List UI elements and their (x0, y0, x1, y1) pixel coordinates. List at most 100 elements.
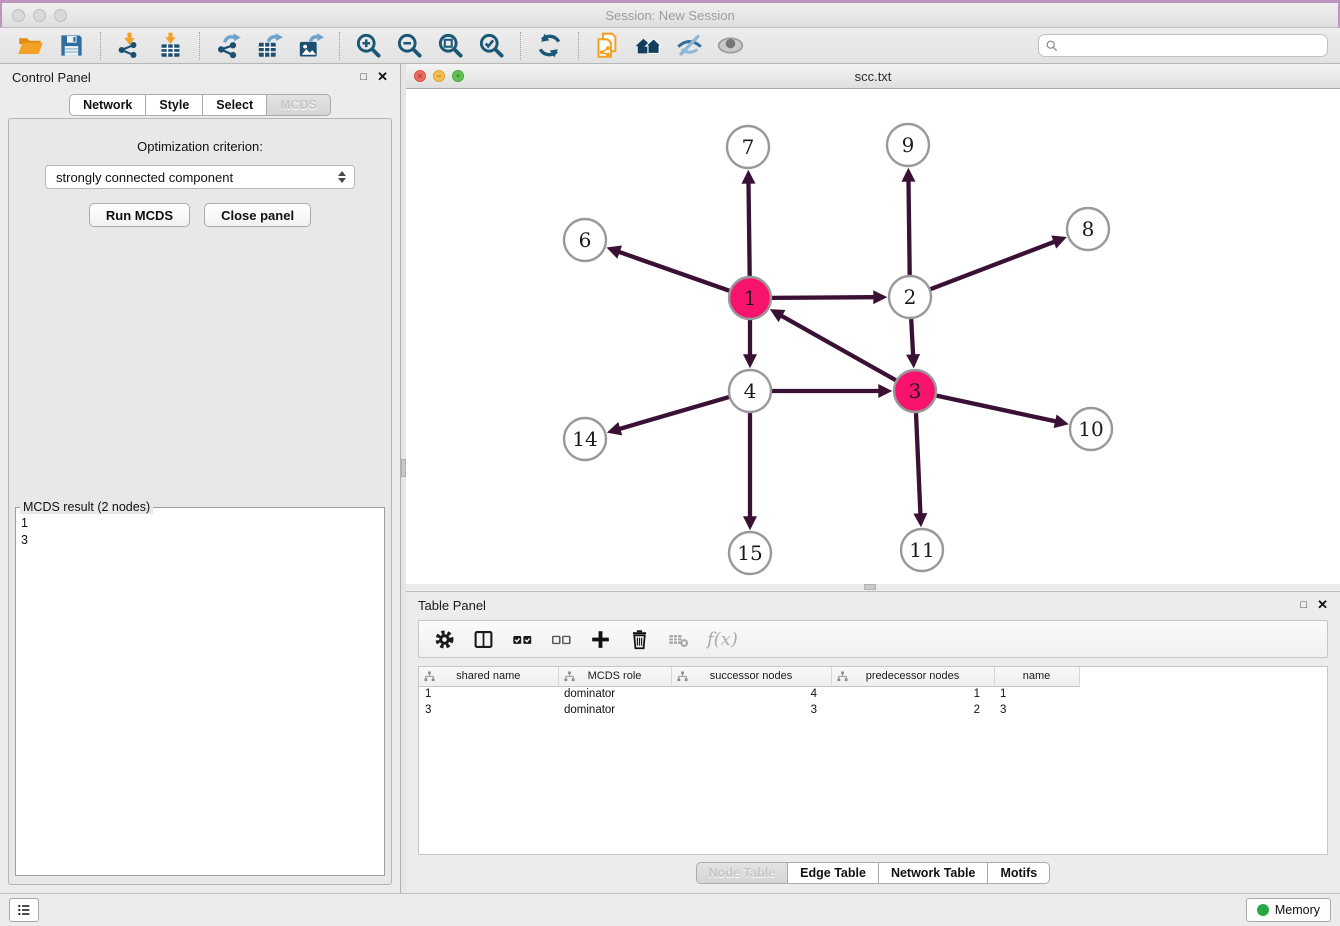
search-input[interactable] (1063, 39, 1321, 53)
task-history-button[interactable] (9, 898, 39, 922)
tab-network[interactable]: Network (69, 94, 146, 116)
node-table-body: 1dominator4113dominator323 (419, 686, 1327, 718)
close-window-button[interactable] (12, 9, 25, 22)
refresh-button[interactable] (532, 30, 567, 61)
edge-2-8[interactable] (931, 242, 1055, 289)
export-table-button[interactable] (252, 30, 287, 61)
svg-text:11: 11 (909, 538, 934, 562)
zoom-fit-button[interactable] (433, 30, 468, 61)
tab-node-table[interactable]: Node Table (696, 862, 788, 884)
float-table-panel-icon[interactable]: □ (1300, 599, 1307, 611)
import-network-button[interactable] (112, 30, 147, 61)
column-header-MCDS-role[interactable]: MCDS role (558, 667, 671, 686)
deselect-all-button[interactable] (546, 627, 577, 652)
table-row[interactable]: 1dominator411 (419, 686, 1327, 702)
cell-successor-nodes[interactable]: 4 (671, 686, 831, 702)
cell-predecessor-nodes[interactable]: 2 (831, 702, 994, 718)
export-network-button[interactable] (211, 30, 246, 61)
node-table[interactable]: shared nameMCDS rolesuccessor nodesprede… (418, 666, 1328, 855)
column-header-shared-name[interactable]: shared name (419, 667, 558, 686)
edge-3-10[interactable] (937, 396, 1056, 422)
column-header-successor-nodes[interactable]: successor nodes (671, 667, 831, 686)
node-14[interactable]: 14 (564, 418, 606, 460)
splitter-grip-h[interactable] (864, 584, 876, 590)
edge-2-9[interactable] (909, 181, 910, 275)
network-from-file-icon (594, 32, 621, 59)
edge-3-1[interactable] (781, 316, 895, 381)
cell-MCDS-role[interactable]: dominator (558, 702, 671, 718)
svg-text:14: 14 (572, 427, 597, 451)
import-table-button[interactable] (153, 30, 188, 61)
table-panel-title: Table Panel (418, 598, 486, 613)
node-11[interactable]: 11 (901, 529, 943, 571)
tab-select[interactable]: Select (202, 94, 267, 116)
optimization-criterion-label: Optimization criterion: (9, 139, 391, 154)
cell-MCDS-role[interactable]: dominator (558, 686, 671, 702)
node-4[interactable]: 4 (729, 370, 771, 412)
tab-network-table[interactable]: Network Table (878, 862, 989, 884)
svg-text:9: 9 (902, 133, 915, 157)
run-mcds-button[interactable]: Run MCDS (89, 203, 190, 227)
edge-4-14[interactable] (620, 397, 729, 429)
zoom-out-button[interactable] (392, 30, 427, 61)
close-panel-button[interactable]: Close panel (204, 203, 311, 227)
node-3[interactable]: 3 (894, 370, 936, 412)
edge-3-11[interactable] (916, 413, 920, 514)
cell-predecessor-nodes[interactable]: 1 (831, 686, 994, 702)
toggle-panel-columns-button[interactable] (468, 627, 499, 652)
cell-name[interactable]: 1 (994, 686, 1079, 702)
node-6[interactable]: 6 (564, 219, 606, 261)
network-from-file-button[interactable] (590, 30, 625, 61)
network-close-button[interactable]: × (414, 70, 426, 82)
maximize-window-button[interactable] (54, 9, 67, 22)
edge-2-3[interactable] (911, 319, 913, 355)
search-box[interactable] (1038, 34, 1328, 57)
add-column-button[interactable] (585, 627, 616, 652)
cell-shared-name[interactable]: 3 (419, 702, 558, 718)
cell-name[interactable]: 3 (994, 702, 1079, 718)
cell-shared-name[interactable]: 1 (419, 686, 558, 702)
node-1[interactable]: 1 (729, 277, 771, 319)
cell-filler (1079, 702, 1327, 718)
edge-1-7[interactable] (749, 183, 750, 276)
zoom-in-button[interactable] (351, 30, 386, 61)
column-header-name[interactable]: name (994, 667, 1079, 686)
node-10[interactable]: 10 (1070, 408, 1112, 450)
float-panel-icon[interactable]: □ (360, 71, 367, 83)
close-table-panel-icon[interactable]: ✕ (1317, 597, 1328, 613)
export-image-button[interactable] (293, 30, 328, 61)
node-15[interactable]: 15 (729, 532, 771, 574)
column-header-predecessor-nodes[interactable]: predecessor nodes (831, 667, 994, 686)
horizontal-splitter[interactable] (406, 584, 1340, 591)
save-session-button[interactable] (54, 30, 89, 61)
node-9[interactable]: 9 (887, 124, 929, 166)
zoom-selected-button[interactable] (474, 30, 509, 61)
edge-1-2[interactable] (772, 297, 874, 298)
show-graphics-details-button[interactable] (713, 30, 748, 61)
node-2[interactable]: 2 (889, 276, 931, 318)
network-maximize-button[interactable]: + (452, 70, 464, 82)
network-canvas[interactable]: 7 9 6 8 1 2 4 3 14 10 15 11 (406, 89, 1340, 584)
hide-panels-button[interactable] (672, 30, 707, 61)
minimize-window-button[interactable] (33, 9, 46, 22)
cell-successor-nodes[interactable]: 3 (671, 702, 831, 718)
edge-1-6[interactable] (619, 252, 729, 291)
close-panel-icon[interactable]: ✕ (377, 69, 388, 85)
open-file-button[interactable] (13, 30, 48, 61)
tab-edge-table[interactable]: Edge Table (787, 862, 879, 884)
home-button[interactable] (631, 30, 666, 61)
network-minimize-button[interactable]: − (433, 70, 445, 82)
tab-style[interactable]: Style (145, 94, 203, 116)
node-8[interactable]: 8 (1067, 208, 1109, 250)
table-row[interactable]: 3dominator323 (419, 702, 1327, 718)
zoom-fit-icon (437, 32, 464, 59)
criterion-dropdown[interactable]: strongly connected component (45, 165, 355, 189)
tab-mcds[interactable]: MCDS (266, 94, 331, 116)
delete-column-button[interactable] (624, 627, 655, 652)
tab-motifs[interactable]: Motifs (987, 862, 1050, 884)
table-settings-button[interactable] (429, 627, 460, 652)
node-7[interactable]: 7 (727, 126, 769, 168)
select-all-button[interactable] (507, 627, 538, 652)
network-window-titlebar[interactable]: × − + scc.txt (406, 64, 1340, 89)
memory-button[interactable]: Memory (1246, 898, 1331, 922)
